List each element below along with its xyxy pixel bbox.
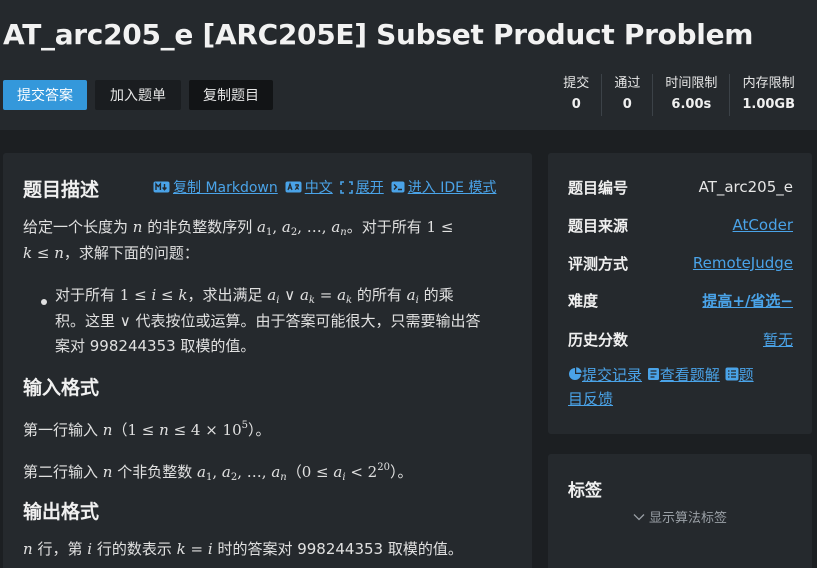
bullet-line-2: 积。这里 ∨ 代表按位或运算。由于答案可能很大，只需要输出答 <box>55 312 481 330</box>
chinese-translation-link[interactable]: 中文 <box>285 177 333 197</box>
info-row-difficulty: 难度 提高+/省选− <box>568 290 793 311</box>
output-format-heading: 输出格式 <box>23 501 100 523</box>
expand-link[interactable]: 展开 <box>339 177 384 197</box>
submission-records-link[interactable]: 提交记录 <box>568 366 647 384</box>
copy-problem-button[interactable]: 复制题目 <box>189 80 273 110</box>
input-format-heading: 输入格式 <box>23 377 100 399</box>
chevron-down-icon <box>633 513 645 520</box>
problem-header: AT_arc205_e [ARC205E] Subset Product Pro… <box>0 0 817 130</box>
tags-heading: 标签 <box>568 481 602 501</box>
problem-content-panel: 题目描述 复制 Markdown 中文 展开 进入 IDE 模式 给定一个长度为… <box>3 153 532 568</box>
copy-markdown-link[interactable]: 复制 Markdown <box>153 177 278 197</box>
output-line-1: n 行，第 i 行的数表示 k = i 时的答案对 998244353 取模的值… <box>23 540 463 558</box>
add-to-list-button[interactable]: 加入题单 <box>95 80 181 110</box>
bullet-line-3: 案对 998244353 取模的值。 <box>55 337 256 355</box>
terminal-icon <box>391 181 405 193</box>
info-row-judge: 评测方式 RemoteJudge <box>568 254 793 273</box>
translate-icon <box>285 181 302 193</box>
view-solutions-link[interactable]: 查看题解 <box>647 366 725 384</box>
input-line-2: 第二行输入 n 个非负整数 a1, a2, …, an（0 ≤ ai < 220… <box>23 462 413 483</box>
difficulty-link[interactable]: 提高+/省选− <box>702 290 793 311</box>
markdown-icon <box>153 181 170 193</box>
problem-id: AT_arc205_e <box>698 178 793 196</box>
stat-memory-limit: 内存限制 1.00GB <box>729 74 807 116</box>
problem-stats: 提交 0 通过 0 时间限制 6.00s 内存限制 1.00GB <box>551 74 807 116</box>
page-title: AT_arc205_e [ARC205E] Subset Product Pro… <box>3 18 754 51</box>
info-row-score: 历史分数 暂无 <box>568 329 793 350</box>
judge-link[interactable]: RemoteJudge <box>693 254 793 272</box>
source-link[interactable]: AtCoder <box>733 216 793 234</box>
problem-toolbar: 复制 Markdown 中文 展开 进入 IDE 模式 <box>153 177 503 197</box>
list-icon <box>725 367 739 381</box>
expand-icon <box>339 180 353 194</box>
description-heading: 题目描述 <box>23 179 100 201</box>
input-line-1: 第一行输入 n（1 ≤ n ≤ 4 × 105）。 <box>23 420 271 439</box>
tags-panel: 标签 显示算法标签 <box>548 454 812 568</box>
list-bullet <box>41 299 47 305</box>
stat-time-limit: 时间限制 6.00s <box>652 74 729 116</box>
info-row-source: 题目来源 AtCoder <box>568 216 793 235</box>
book-icon <box>647 368 659 380</box>
submit-answer-button[interactable]: 提交答案 <box>3 80 87 110</box>
info-row-id: 题目编号 AT_arc205_e <box>568 178 793 197</box>
pie-chart-icon <box>569 367 582 380</box>
problem-info-panel: 题目编号 AT_arc205_e 题目来源 AtCoder 评测方式 Remot… <box>548 153 812 434</box>
show-tags-toggle[interactable]: 显示算法标签 <box>633 507 727 526</box>
history-score-link[interactable]: 暂无 <box>763 329 793 350</box>
ide-mode-link[interactable]: 进入 IDE 模式 <box>391 177 496 197</box>
stat-accepted: 通过 0 <box>601 74 652 116</box>
stat-submissions: 提交 0 <box>563 76 590 112</box>
description-line-2: k ≤ n，求解下面的问题： <box>23 244 199 262</box>
sidebar-links: 提交记录 查看题解 题目反馈 <box>568 363 796 411</box>
